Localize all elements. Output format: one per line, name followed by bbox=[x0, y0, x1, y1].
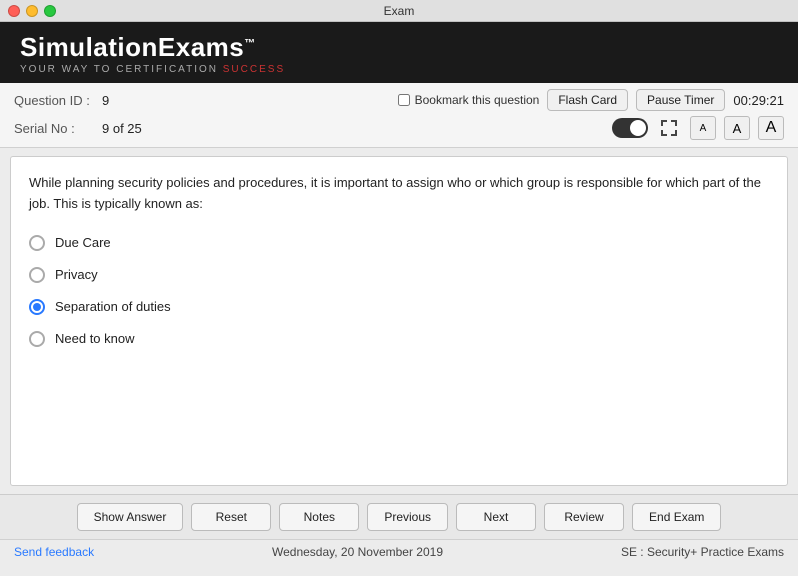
flash-card-button[interactable]: Flash Card bbox=[547, 89, 628, 111]
next-button[interactable]: Next bbox=[456, 503, 536, 531]
options-list: Due Care Privacy Separation of duties Need … bbox=[29, 235, 769, 347]
meta-row-2: Serial No : 9 of 25 A A A bbox=[14, 115, 784, 141]
option-label: Due Care bbox=[55, 235, 111, 250]
pause-timer-button[interactable]: Pause Timer bbox=[636, 89, 725, 111]
end-exam-button[interactable]: End Exam bbox=[632, 503, 721, 531]
show-answer-button[interactable]: Show Answer bbox=[77, 503, 184, 531]
toggle-switch[interactable] bbox=[612, 118, 648, 138]
action-bar: Show Answer Reset Notes Previous Next Re… bbox=[0, 494, 798, 539]
option-label: Need to know bbox=[55, 331, 135, 346]
question-text: While planning security policies and pro… bbox=[29, 173, 769, 215]
window-controls[interactable] bbox=[8, 5, 56, 17]
font-small-btn[interactable]: A bbox=[690, 116, 716, 140]
maximize-btn[interactable] bbox=[44, 5, 56, 17]
bookmark-checkbox[interactable] bbox=[398, 94, 410, 106]
meta-bar: Question ID : 9 Bookmark this question F… bbox=[0, 83, 798, 148]
close-btn[interactable] bbox=[8, 5, 20, 17]
timer-display: 00:29:21 bbox=[733, 93, 784, 108]
option-label: Separation of duties bbox=[55, 299, 171, 314]
send-feedback-link[interactable]: Send feedback bbox=[14, 545, 94, 559]
option-item[interactable]: Due Care bbox=[29, 235, 769, 251]
toggle-track bbox=[612, 118, 648, 138]
font-large-btn[interactable]: A bbox=[758, 116, 784, 140]
brand-tagline: YOUR WAY TO CERTIFICATION SUCCESS bbox=[20, 64, 778, 75]
option-radio bbox=[29, 267, 45, 283]
bookmark-label: Bookmark this question bbox=[415, 93, 540, 107]
option-item[interactable]: Privacy bbox=[29, 267, 769, 283]
previous-button[interactable]: Previous bbox=[367, 503, 448, 531]
footer-date: Wednesday, 20 November 2019 bbox=[272, 545, 443, 559]
review-button[interactable]: Review bbox=[544, 503, 624, 531]
fullscreen-icon[interactable] bbox=[656, 115, 682, 141]
serial-no-label: Serial No : bbox=[14, 121, 94, 136]
reset-button[interactable]: Reset bbox=[191, 503, 271, 531]
title-bar: Exam bbox=[0, 0, 798, 22]
font-medium-btn[interactable]: A bbox=[724, 116, 750, 140]
meta-row-1: Question ID : 9 Bookmark this question F… bbox=[14, 89, 784, 111]
option-item[interactable]: Need to know bbox=[29, 331, 769, 347]
serial-no-value: 9 of 25 bbox=[102, 121, 142, 136]
footer-product: SE : Security+ Practice Exams bbox=[621, 545, 784, 559]
question-area: While planning security policies and pro… bbox=[10, 156, 788, 486]
window-title: Exam bbox=[384, 4, 415, 18]
option-label: Privacy bbox=[55, 267, 98, 282]
option-radio bbox=[29, 331, 45, 347]
notes-button[interactable]: Notes bbox=[279, 503, 359, 531]
brand-header: SimulationExams™ YOUR WAY TO CERTIFICATI… bbox=[0, 22, 798, 83]
bookmark-area[interactable]: Bookmark this question bbox=[398, 93, 540, 107]
question-id-label: Question ID : bbox=[14, 93, 94, 108]
question-id-value: 9 bbox=[102, 93, 109, 108]
footer-bar: Send feedback Wednesday, 20 November 201… bbox=[0, 539, 798, 564]
option-radio bbox=[29, 235, 45, 251]
option-radio bbox=[29, 299, 45, 315]
option-item[interactable]: Separation of duties bbox=[29, 299, 769, 315]
brand-name: SimulationExams™ bbox=[20, 32, 778, 63]
minimize-btn[interactable] bbox=[26, 5, 38, 17]
toggle-thumb bbox=[630, 120, 646, 136]
